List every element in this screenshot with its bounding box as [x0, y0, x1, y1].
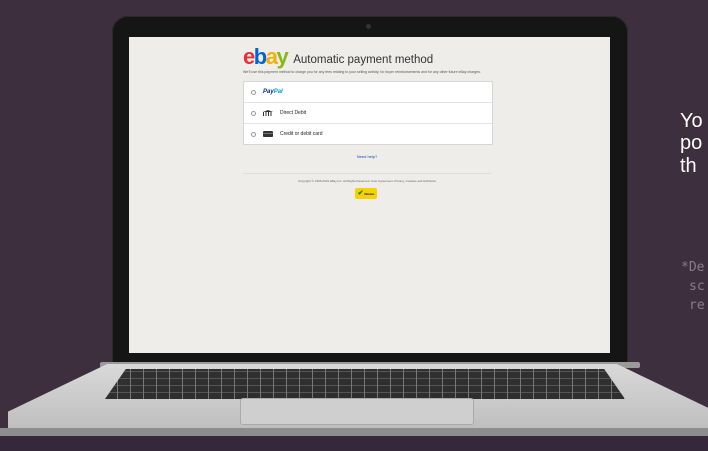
side-text-line2: po — [680, 132, 703, 154]
radio-direct-debit[interactable] — [251, 110, 256, 116]
page-description: We'll use this payment method to charge … — [243, 70, 481, 74]
divider — [243, 173, 491, 174]
side-text-line3: th — [680, 155, 697, 177]
norton-badge[interactable]: ✔ Norton — [355, 188, 377, 199]
copyright-text: Copyright © 1995-2019 eBay Inc. All Righ… — [297, 179, 437, 183]
option-label: Credit or debit card — [280, 131, 323, 137]
header: ebay Automatic payment method — [243, 46, 493, 68]
ebay-logo[interactable]: ebay — [243, 46, 289, 68]
laptop-shadow — [0, 436, 708, 451]
need-help-link[interactable]: Need help? — [243, 154, 491, 159]
side-note-line2: sc — [689, 279, 705, 294]
laptop-lid: ebay Automatic payment method We'll use … — [112, 16, 628, 366]
option-direct-debit[interactable]: Direct Debit — [244, 102, 492, 123]
side-text-line1: Yo — [680, 110, 703, 132]
option-label: Direct Debit — [280, 110, 307, 116]
side-note-line1: *De — [681, 260, 705, 275]
keyboard-rows — [105, 369, 625, 399]
check-icon: ✔ — [357, 190, 364, 197]
option-paypal[interactable]: PayPal — [244, 82, 492, 102]
card-icon — [263, 131, 273, 137]
paypal-logo: PayPal — [263, 89, 283, 95]
ebay-page: ebay Automatic payment method We'll use … — [243, 46, 493, 199]
laptop-screen: ebay Automatic payment method We'll use … — [129, 37, 610, 353]
camera-icon — [366, 24, 371, 29]
payment-options: PayPal Direct Debit Credit or debit card — [243, 81, 493, 145]
page-title: Automatic payment method — [293, 54, 434, 66]
option-card[interactable]: Credit or debit card — [244, 123, 492, 144]
bank-icon — [263, 110, 273, 116]
side-note-line3: re — [689, 298, 705, 313]
radio-card[interactable] — [251, 131, 256, 137]
trackpad — [240, 398, 474, 425]
radio-paypal[interactable] — [251, 89, 256, 95]
